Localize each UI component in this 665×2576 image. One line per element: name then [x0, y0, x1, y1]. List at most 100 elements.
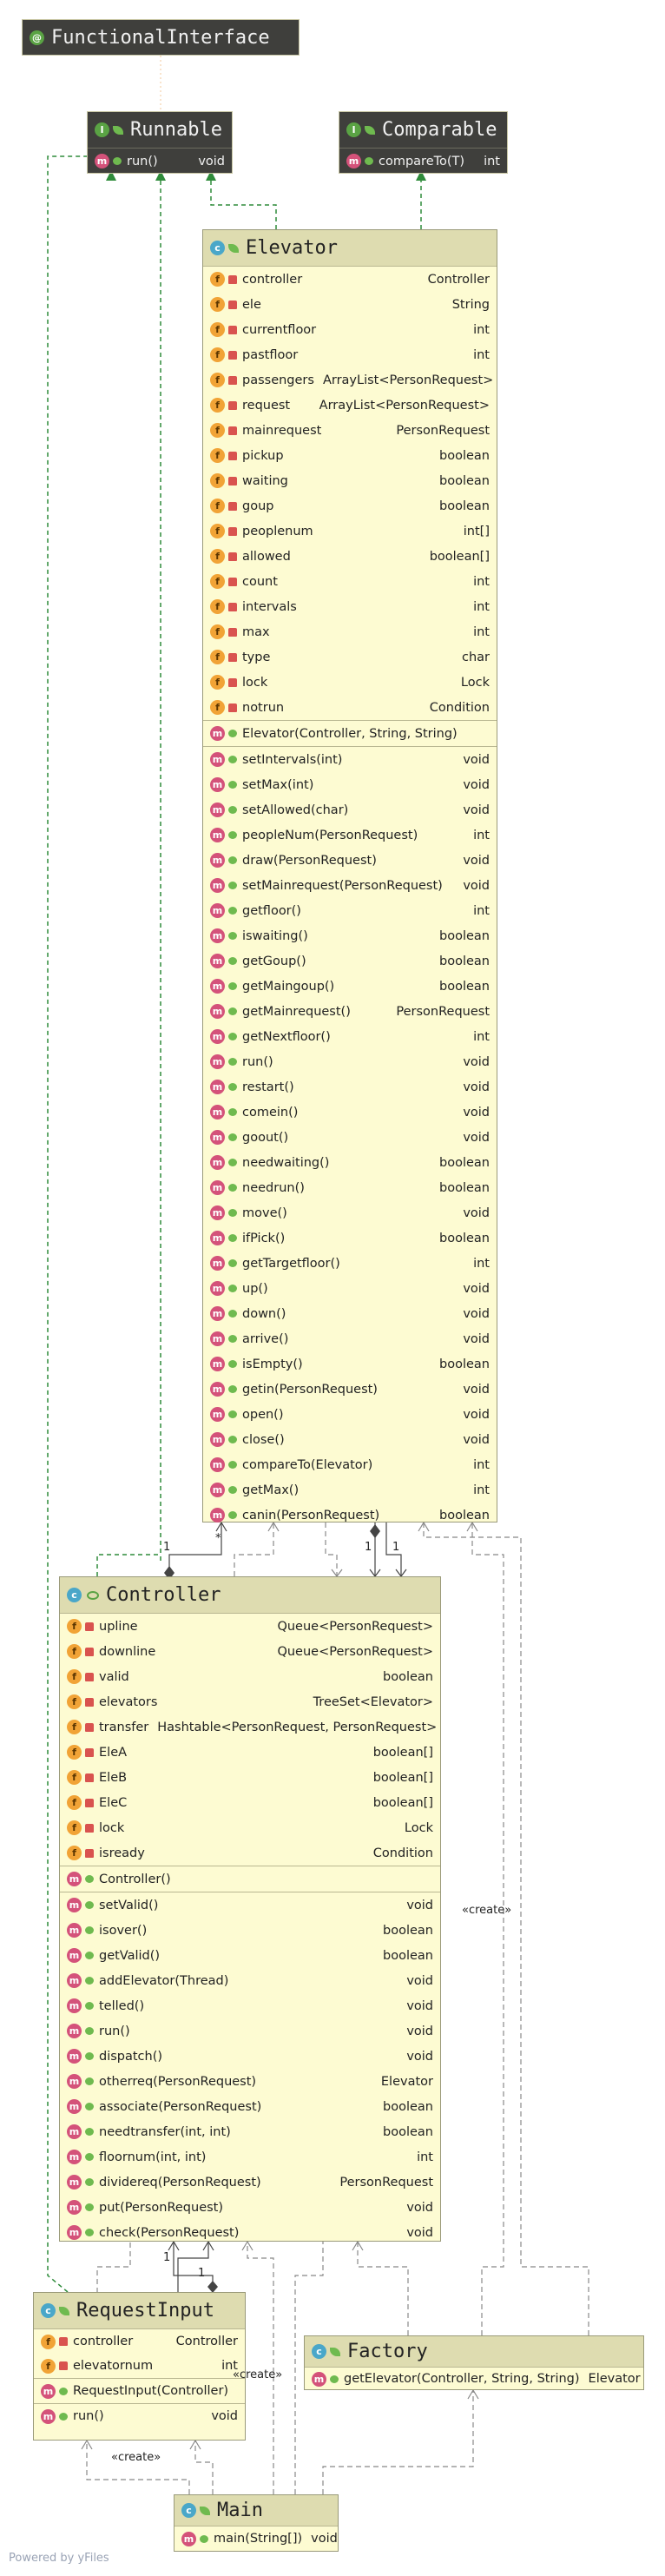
method-row[interactable]: m arrive() void	[203, 1326, 497, 1351]
field-row[interactable]: f EleA boolean[]	[60, 1740, 440, 1765]
method-row[interactable]: m run() void	[203, 1049, 497, 1074]
field-row[interactable]: f EleC boolean[]	[60, 1790, 440, 1815]
method-row[interactable]: m getMaingoup() boolean	[203, 974, 497, 999]
field-row[interactable]: f passengers ArrayList<PersonRequest>	[203, 367, 497, 393]
requestinput-box[interactable]: c RequestInput f controller Controller f ele…	[33, 2292, 246, 2441]
elevator-box[interactable]: c Elevator f controller Controller f ele Stri…	[202, 229, 497, 1522]
field-row[interactable]: f controller Controller	[34, 2329, 245, 2354]
method-row[interactable]: m setMainrequest(PersonRequest) void	[203, 873, 497, 898]
method-row[interactable]: m getNextfloor() int	[203, 1024, 497, 1049]
factory-box[interactable]: c Factory m getElevator(Controller, Strin…	[304, 2335, 644, 2390]
field-row[interactable]: f count int	[203, 569, 497, 594]
method-row[interactable]: m getMax() int	[203, 1477, 497, 1503]
method-row[interactable]: m draw(PersonRequest) void	[203, 848, 497, 873]
method-row[interactable]: m dividereq(PersonRequest) PersonRequest	[60, 2170, 440, 2195]
field-icon: f	[67, 1619, 82, 1634]
method-row[interactable]: m getMainrequest() PersonRequest	[203, 999, 497, 1024]
method-row[interactable]: m check(PersonRequest) void	[60, 2220, 440, 2245]
private-icon	[228, 476, 237, 485]
method-row[interactable]: m getTargetfloor() int	[203, 1251, 497, 1276]
private-icon	[228, 652, 237, 662]
method-row[interactable]: m up() void	[203, 1276, 497, 1301]
method-icon: m	[67, 2049, 82, 2064]
method-row[interactable]: m put(PersonRequest) void	[60, 2195, 440, 2220]
field-row[interactable]: f controller Controller	[203, 267, 497, 292]
method-row[interactable]: m goout() void	[203, 1125, 497, 1150]
ctor-row[interactable]: m RequestInput(Controller)	[34, 2379, 245, 2403]
method-row[interactable]: m getValid() boolean	[60, 1943, 440, 1968]
method-row[interactable]: m run() void	[88, 149, 232, 174]
main-box[interactable]: c Main m main(String[]) void	[174, 2494, 339, 2552]
comparable-box[interactable]: I Comparable m compareTo(T) int	[339, 111, 508, 174]
method-row[interactable]: m telled() void	[60, 1993, 440, 2018]
method-row[interactable]: m close() void	[203, 1427, 497, 1452]
method-row[interactable]: m down() void	[203, 1301, 497, 1326]
method-row[interactable]: m setMax(int) void	[203, 772, 497, 797]
public-icon	[85, 2027, 94, 2035]
field-row[interactable]: f elevators TreeSet<Elevator>	[60, 1689, 440, 1714]
field-row[interactable]: f mainrequest PersonRequest	[203, 418, 497, 443]
controller-box[interactable]: c Controller f upline Queue<PersonRequest>…	[59, 1576, 441, 2242]
field-row[interactable]: f lock Lock	[60, 1815, 440, 1840]
method-row[interactable]: m peopleNum(PersonRequest) int	[203, 822, 497, 848]
field-row[interactable]: f EleB boolean[]	[60, 1765, 440, 1790]
field-row[interactable]: f lock Lock	[203, 670, 497, 695]
method-row[interactable]: m isEmpty() boolean	[203, 1351, 497, 1377]
method-row[interactable]: m ifPick() boolean	[203, 1225, 497, 1251]
field-row[interactable]: f max int	[203, 619, 497, 644]
field-row[interactable]: f upline Queue<PersonRequest>	[60, 1614, 440, 1639]
method-row[interactable]: m compareTo(Elevator) int	[203, 1452, 497, 1477]
method-row[interactable]: m getElevator(Controller, String, String)…	[305, 2368, 643, 2390]
field-row[interactable]: f notrun Condition	[203, 695, 497, 720]
method-row[interactable]: m comein() void	[203, 1100, 497, 1125]
method-row[interactable]: m getin(PersonRequest) void	[203, 1377, 497, 1402]
method-row[interactable]: m main(String[]) void	[174, 2526, 338, 2551]
method-row[interactable]: m addElevator(Thread) void	[60, 1968, 440, 1993]
field-row[interactable]: f currentfloor int	[203, 317, 497, 342]
public-icon	[59, 2306, 69, 2315]
field-row[interactable]: f valid boolean	[60, 1664, 440, 1689]
method-row[interactable]: m getfloor() int	[203, 898, 497, 923]
method-row[interactable]: m needrun() boolean	[203, 1175, 497, 1200]
method-row[interactable]: m move() void	[203, 1200, 497, 1225]
functionalinterface-box[interactable]: @ FunctionalInterface	[22, 19, 300, 56]
method-row[interactable]: m open() void	[203, 1402, 497, 1427]
field-row[interactable]: f isready Condition	[60, 1840, 440, 1866]
field-row[interactable]: f pickup boolean	[203, 443, 497, 468]
ctor-row[interactable]: m Elevator(Controller, String, String)	[203, 721, 497, 746]
field-row[interactable]: f ele String	[203, 292, 497, 317]
method-row[interactable]: m floornum(int, int) int	[60, 2144, 440, 2170]
method-row[interactable]: m restart() void	[203, 1074, 497, 1100]
field-row[interactable]: f request ArrayList<PersonRequest>	[203, 393, 497, 418]
method-icon: m	[67, 1973, 82, 1988]
field-row[interactable]: f allowed boolean[]	[203, 544, 497, 569]
method-row[interactable]: m run() void	[60, 2018, 440, 2044]
field-row[interactable]: f goup boolean	[203, 493, 497, 519]
method-row[interactable]: m needtransfer(int, int) boolean	[60, 2119, 440, 2144]
field-row[interactable]: f downline Queue<PersonRequest>	[60, 1639, 440, 1664]
field-row[interactable]: f pastfloor int	[203, 342, 497, 367]
method-row[interactable]: m setValid() void	[60, 1892, 440, 1918]
runnable-box[interactable]: I Runnable m run() void	[87, 111, 233, 174]
method-row[interactable]: m needwaiting() boolean	[203, 1150, 497, 1175]
method-row[interactable]: m dispatch() void	[60, 2044, 440, 2069]
field-row[interactable]: f elevatornum int	[34, 2354, 245, 2378]
method-row[interactable]: m getGoup() boolean	[203, 948, 497, 974]
method-row[interactable]: m isover() boolean	[60, 1918, 440, 1943]
method-row[interactable]: m canin(PersonRequest) boolean	[203, 1503, 497, 1528]
field-row[interactable]: f intervals int	[203, 594, 497, 619]
method-row[interactable]: m setAllowed(char) void	[203, 797, 497, 822]
method-row[interactable]: m associate(PersonRequest) boolean	[60, 2094, 440, 2119]
method-row[interactable]: m otherreq(PersonRequest) Elevator	[60, 2069, 440, 2094]
field-row[interactable]: f waiting boolean	[203, 468, 497, 493]
method-row[interactable]: m run() void	[34, 2404, 245, 2428]
field-row[interactable]: f peoplenum int[]	[203, 519, 497, 544]
ctor-row[interactable]: m Controller()	[60, 1866, 440, 1892]
method-row[interactable]: m setIntervals(int) void	[203, 747, 497, 772]
method-row[interactable]: m compareTo(T) int	[339, 149, 507, 174]
field-row[interactable]: f type char	[203, 644, 497, 670]
member-name: intervals	[242, 599, 297, 614]
member-name: getElevator(Controller, String, String)	[344, 2372, 580, 2386]
method-row[interactable]: m iswaiting() boolean	[203, 923, 497, 948]
field-row[interactable]: f transfer Hashtable<PersonRequest, Person…	[60, 1714, 440, 1740]
